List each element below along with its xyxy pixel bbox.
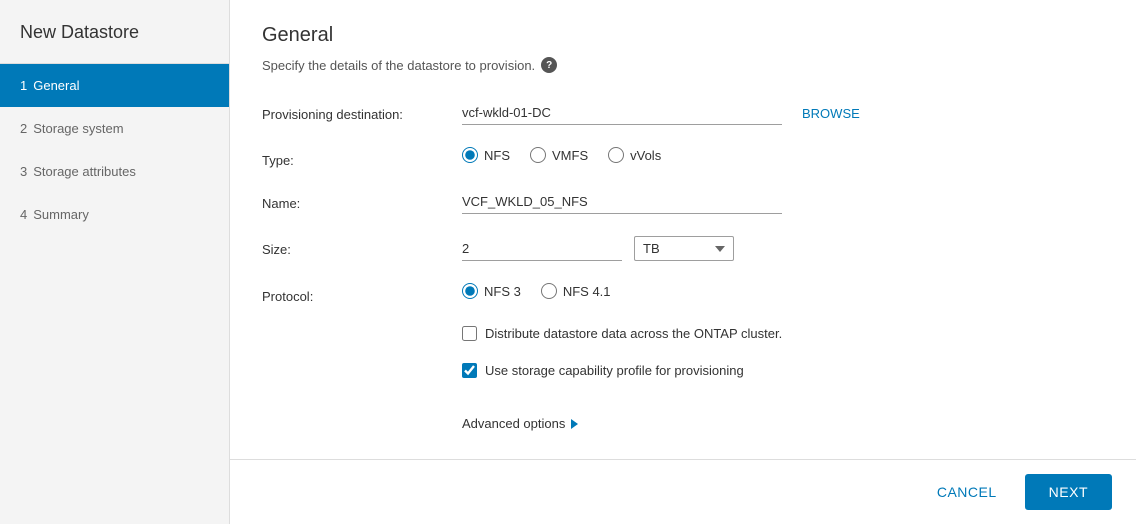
size-input[interactable] [462,237,622,261]
protocol-nfs3-radio[interactable] [462,283,478,299]
step-num-3: 3 [20,164,27,179]
subtitle-text: Specify the details of the datastore to … [262,58,535,73]
sidebar-label-general: General [33,78,79,93]
sidebar-label-summary: Summary [33,207,89,222]
type-vvols-label: vVols [630,148,661,163]
main-content: General Specify the details of the datas… [230,0,1136,459]
protocol-label: Protocol: [262,283,462,304]
type-vmfs-radio[interactable] [530,147,546,163]
protocol-control: NFS 3 NFS 4.1 [462,283,1104,299]
checkbox-storage[interactable] [462,363,477,378]
sidebar: New Datastore 1 General 2 Storage system… [0,0,230,524]
main-panel: General Specify the details of the datas… [230,0,1136,524]
type-vmfs-label: VMFS [552,148,588,163]
size-unit-select[interactable]: MB GB TB [634,236,734,261]
type-vvols-radio[interactable] [608,147,624,163]
provisioning-row: Provisioning destination: BROWSE [262,101,1104,125]
type-row: Type: NFS VMFS vVols [262,147,1104,168]
type-nfs-radio[interactable] [462,147,478,163]
sidebar-item-storage-system[interactable]: 2 Storage system [0,107,229,150]
protocol-nfs41-radio[interactable] [541,283,557,299]
checkbox-storage-label: Use storage capability profile for provi… [485,363,744,378]
type-nfs-option[interactable]: NFS [462,147,510,163]
browse-link[interactable]: BROWSE [802,106,860,121]
advanced-options-row: Advanced options [262,412,1104,431]
sidebar-item-general[interactable]: 1 General [0,64,229,107]
next-button[interactable]: NEXT [1025,474,1112,510]
size-control: MB GB TB [462,236,1104,261]
advanced-options-label: Advanced options [462,416,565,431]
footer: CANCEL NEXT [230,459,1136,524]
protocol-nfs3-option[interactable]: NFS 3 [462,283,521,299]
name-input[interactable] [462,190,782,214]
type-label: Type: [262,147,462,168]
advanced-control: Advanced options [462,412,1104,431]
provisioning-label: Provisioning destination: [262,101,462,122]
sidebar-label-storage-attributes: Storage attributes [33,164,136,179]
protocol-nfs3-label: NFS 3 [484,284,521,299]
help-icon[interactable]: ? [541,57,557,73]
checkboxes-spacer [262,326,462,332]
step-num-2: 2 [20,121,27,136]
protocol-nfs41-label: NFS 4.1 [563,284,611,299]
sidebar-item-summary[interactable]: 4 Summary [0,193,229,236]
checkboxes-row: Distribute datastore data across the ONT… [262,326,1104,390]
step-num-1: 1 [20,78,27,93]
provisioning-control: BROWSE [462,101,1104,125]
sidebar-label-storage-system: Storage system [33,121,123,136]
checkbox-distribute-row[interactable]: Distribute datastore data across the ONT… [462,326,782,341]
protocol-nfs41-option[interactable]: NFS 4.1 [541,283,611,299]
subtitle: Specify the details of the datastore to … [262,57,1104,73]
checkbox-distribute-label: Distribute datastore data across the ONT… [485,326,782,341]
advanced-options-toggle[interactable]: Advanced options [462,416,578,431]
protocol-row: Protocol: NFS 3 NFS 4.1 [262,283,1104,304]
page-title: General [262,24,1104,47]
size-row: Size: MB GB TB [262,236,1104,261]
chevron-right-icon [571,419,578,429]
type-radio-group: NFS VMFS vVols [462,147,661,163]
sidebar-item-storage-attributes[interactable]: 3 Storage attributes [0,150,229,193]
cancel-button[interactable]: CANCEL [921,476,1013,508]
type-nfs-label: NFS [484,148,510,163]
type-vvols-option[interactable]: vVols [608,147,661,163]
sidebar-title: New Datastore [0,0,229,64]
advanced-spacer [262,412,462,418]
checkboxes-control: Distribute datastore data across the ONT… [462,326,1104,390]
name-control [462,190,1104,214]
size-label: Size: [262,236,462,257]
type-vmfs-option[interactable]: VMFS [530,147,588,163]
checkbox-storage-row[interactable]: Use storage capability profile for provi… [462,363,744,378]
step-num-4: 4 [20,207,27,222]
type-control: NFS VMFS vVols [462,147,1104,163]
name-label: Name: [262,190,462,211]
name-row: Name: [262,190,1104,214]
protocol-radio-group: NFS 3 NFS 4.1 [462,283,611,299]
checkbox-distribute[interactable] [462,326,477,341]
provisioning-input[interactable] [462,101,782,125]
